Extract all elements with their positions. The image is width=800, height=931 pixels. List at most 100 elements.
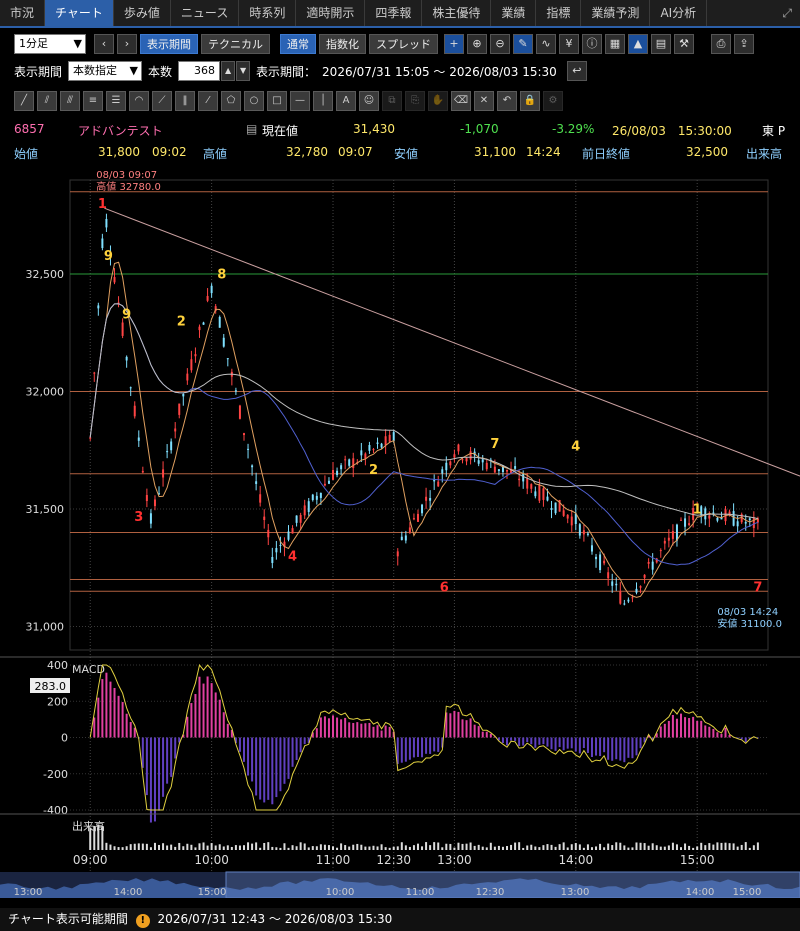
volume-bar	[93, 825, 96, 850]
fib-tool-icon[interactable]: ☰	[106, 91, 126, 111]
text-tool-icon[interactable]: A	[336, 91, 356, 111]
tab-11[interactable]: AI分析	[650, 0, 708, 26]
interval-select[interactable]: 1分足 ▼	[14, 34, 86, 54]
volume-bar	[251, 843, 254, 850]
period-select[interactable]: 本数指定 ▼	[68, 61, 143, 81]
macd-tick-1: 200	[47, 695, 68, 708]
expand-icon[interactable]: ⤢	[782, 6, 792, 21]
zoom-out-icon[interactable]: ⊖	[490, 34, 510, 54]
price-chart[interactable]: 1992834274176236 MACD283.04002000-200-40…	[0, 160, 800, 898]
circle-tool-icon[interactable]: ○	[244, 91, 264, 111]
market-label: 東 P	[762, 124, 786, 138]
tab-7[interactable]: 株主優待	[422, 0, 492, 26]
tab-2[interactable]: 歩み値	[114, 0, 171, 26]
macd-bar	[283, 737, 286, 784]
next-icon[interactable]: ›	[117, 34, 137, 54]
count-input[interactable]: 368	[178, 61, 221, 81]
tab-6[interactable]: 四季報	[365, 0, 423, 26]
normal-button[interactable]: 通常	[280, 34, 316, 54]
print-icon[interactable]: ⎙	[711, 34, 731, 54]
paste-icon[interactable]: ⎘	[405, 91, 425, 111]
stepper-up-icon[interactable]: ▲	[221, 61, 236, 81]
macd-bar	[153, 737, 156, 822]
copy-icon[interactable]: ⧉	[382, 91, 402, 111]
reset-icon[interactable]: ↩	[566, 61, 587, 81]
lock-icon[interactable]: 🔒	[520, 91, 540, 111]
vlines-tool-icon[interactable]: ‖	[175, 91, 195, 111]
volume-bar	[198, 843, 201, 850]
macd-bar	[688, 718, 691, 738]
volume-bar	[599, 843, 602, 850]
hand-icon[interactable]: ✋	[428, 91, 448, 111]
eraser-icon[interactable]: ⌫	[451, 91, 471, 111]
vline-tool-icon[interactable]: │	[313, 91, 333, 111]
area-chart-icon[interactable]: ▲	[628, 34, 648, 54]
tab-8[interactable]: 業績	[491, 0, 537, 26]
hlines-tool-icon[interactable]: ≡	[83, 91, 103, 111]
candle-body	[603, 560, 606, 564]
technical-button[interactable]: テクニカル	[201, 34, 270, 54]
candles	[89, 213, 759, 606]
tab-10[interactable]: 業績予測	[581, 0, 651, 26]
macd-bar	[595, 737, 598, 756]
wave-icon[interactable]: ∿	[536, 34, 556, 54]
candle-body	[89, 437, 92, 439]
volume-bar	[445, 843, 448, 850]
arc-tool-icon[interactable]: ◠	[129, 91, 149, 111]
crosshair-icon[interactable]: +	[444, 34, 464, 54]
ma-line-0	[89, 261, 759, 598]
info-icon[interactable]: ⓘ	[582, 34, 602, 54]
candle-body	[708, 515, 711, 519]
volume-bar	[550, 844, 553, 850]
zoom-in-icon[interactable]: ⊕	[467, 34, 487, 54]
erase-all-icon[interactable]: ✕	[474, 91, 494, 111]
spread-button[interactable]: スプレッド	[369, 34, 438, 54]
hline-tool-icon[interactable]: —	[290, 91, 310, 111]
tab-0[interactable]: 市況	[0, 0, 46, 26]
gear-icon[interactable]: ⚙	[543, 91, 563, 111]
undo-icon[interactable]: ↶	[497, 91, 517, 111]
candle-body	[538, 484, 541, 501]
rect-tool-icon[interactable]: □	[267, 91, 287, 111]
icon-tool-icon[interactable]: ☺	[359, 91, 379, 111]
channel-tool-icon[interactable]: ⫽	[37, 91, 57, 111]
macd-bar	[340, 719, 343, 738]
fan-tool-icon[interactable]: ⟋	[152, 91, 172, 111]
macd-bar	[663, 723, 666, 738]
draw-pen-icon[interactable]: ✎	[513, 34, 533, 54]
yen-icon[interactable]: ¥	[559, 34, 579, 54]
tab-9[interactable]: 指標	[536, 0, 582, 26]
parallel-tool-icon[interactable]: ⫻	[60, 91, 80, 111]
my-chart-icon[interactable]: ▦	[605, 34, 625, 54]
candle-body	[570, 516, 573, 526]
candle-body	[530, 484, 533, 489]
export-icon[interactable]: ⇪	[734, 34, 754, 54]
settings-wrench-icon[interactable]: ⚒	[674, 34, 694, 54]
prev-icon[interactable]: ‹	[94, 34, 114, 54]
macd-bar	[510, 737, 513, 741]
index-button[interactable]: 指数化	[319, 34, 366, 54]
candle-body	[368, 445, 371, 451]
volume-bar	[603, 847, 606, 850]
volume-bar	[105, 842, 108, 850]
tab-4[interactable]: 時系列	[239, 0, 297, 26]
trendline-tool-icon[interactable]: ╱	[14, 91, 34, 111]
gann-tool-icon[interactable]: ⁄	[198, 91, 218, 111]
volume-bar	[117, 847, 120, 850]
moving-averages	[89, 261, 759, 598]
chart-toolbar: 1分足 ▼ ‹ › 表示期間 テクニカル 通常 指数化 スプレッド + ⊕ ⊖ ✎…	[14, 34, 800, 54]
stepper-down-icon[interactable]: ▼	[236, 61, 251, 81]
candle-body	[311, 494, 314, 501]
volume-bar	[756, 842, 759, 850]
period-button[interactable]: 表示期間	[140, 34, 198, 54]
macd-bar	[425, 737, 428, 754]
auto-icon[interactable]: ▤	[651, 34, 671, 54]
doc-icon[interactable]: ▤	[246, 122, 257, 136]
tab-1[interactable]: チャート	[45, 0, 114, 26]
tab-5[interactable]: 適時開示	[296, 0, 366, 26]
candle-body	[412, 518, 415, 520]
tab-3[interactable]: ニュース	[171, 0, 240, 26]
candle-body	[327, 480, 330, 484]
pentagon-tool-icon[interactable]: ⬠	[221, 91, 241, 111]
navigator[interactable]: 13:00 14:00 15:00 10:00 11:00 12:30 13:00 14:00…	[0, 871, 800, 898]
